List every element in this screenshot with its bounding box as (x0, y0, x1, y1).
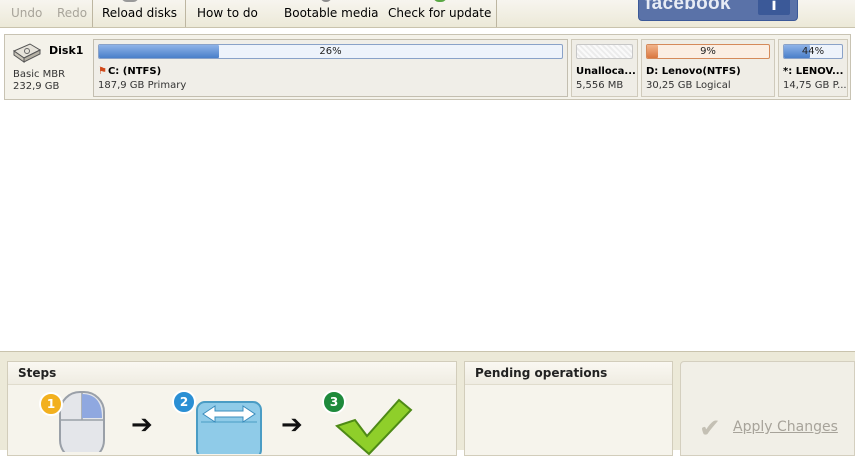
disk-size: 232,9 GB (13, 81, 60, 92)
partition-d[interactable]: 9% D: Lenovo(NTFS) 30,25 GB Logical (641, 39, 775, 97)
partition-details: 14,75 GB P... (783, 80, 847, 91)
usage-bar: 26% (98, 44, 563, 59)
partition-details: 30,25 GB Logical (646, 80, 731, 91)
pending-operations-panel: Pending operations (464, 361, 673, 456)
toolbar-separator (92, 0, 93, 27)
arrow-right-icon: ➔ (131, 410, 153, 440)
partition-name: Unalloca... (576, 66, 636, 77)
toolbar-separator (185, 0, 186, 27)
apply-changes-button[interactable]: ✔ Apply Changes (680, 361, 855, 456)
partition-name: D: Lenovo(NTFS) (646, 66, 741, 77)
steps-panel: Steps 1 ➔ 2 ➔ 3 (7, 361, 457, 456)
toolbar-separator (496, 0, 497, 27)
system-flag-icon: ⚑ (98, 66, 107, 77)
toolbar: Undo Redo Reload disks How to do Bootabl… (0, 0, 855, 28)
bottom-pane: Steps 1 ➔ 2 ➔ 3 Pending operations ✔ App… (0, 351, 855, 456)
partition-name: *: LENOV... (783, 66, 844, 77)
reload-disks-button[interactable]: Reload disks (102, 0, 177, 27)
facebook-banner[interactable]: facebook i (638, 0, 798, 21)
usage-percent: 26% (319, 46, 342, 57)
disk-type: Basic MBR (13, 69, 66, 80)
partition-unallocated[interactable]: Unalloca... 5,556 MB (571, 39, 638, 97)
partition-c[interactable]: 26% ⚑C: (NTFS) 187,9 GB Primary (93, 39, 568, 97)
partition-details: 5,556 MB (576, 80, 624, 91)
step-3-badge: 3 (322, 390, 346, 414)
disk-map: Disk1 Basic MBR 232,9 GB 26% ⚑C: (NTFS) … (4, 34, 851, 100)
undo-button[interactable]: Undo (11, 0, 42, 27)
hard-disk-icon (12, 43, 42, 63)
usage-bar: 44% (783, 44, 843, 59)
facebook-logo: facebook (645, 0, 731, 14)
partition-details: 187,9 GB Primary (98, 80, 187, 91)
disk-info[interactable]: Disk1 Basic MBR 232,9 GB (9, 39, 89, 97)
how-to-do-button[interactable]: How to do (197, 0, 258, 27)
step-2-badge: 2 (172, 390, 196, 414)
bootable-media-button[interactable]: Bootable media (284, 0, 379, 27)
steps-title: Steps (8, 362, 456, 385)
pending-operations-title: Pending operations (465, 362, 672, 385)
usage-bar (576, 44, 633, 59)
redo-button[interactable]: Redo (57, 0, 87, 27)
apply-check-icon: ✔ (699, 414, 721, 444)
partition-name: ⚑C: (NTFS) (98, 66, 162, 77)
arrow-right-icon: ➔ (281, 410, 303, 440)
apply-changes-label: Apply Changes (733, 419, 838, 435)
partition-lenovo[interactable]: 44% *: LENOV... 14,75 GB P... (778, 39, 848, 97)
disk-name: Disk1 (49, 44, 84, 57)
resize-disk-icon (196, 401, 262, 454)
usage-percent: 9% (700, 46, 716, 57)
step-1-badge: 1 (39, 392, 63, 416)
usage-percent: 44% (801, 46, 825, 57)
check-for-update-button[interactable]: Check for update (388, 0, 491, 27)
usage-bar: 9% (646, 44, 770, 59)
mouse-icon (59, 391, 105, 452)
facebook-like-icon: i (758, 0, 790, 15)
